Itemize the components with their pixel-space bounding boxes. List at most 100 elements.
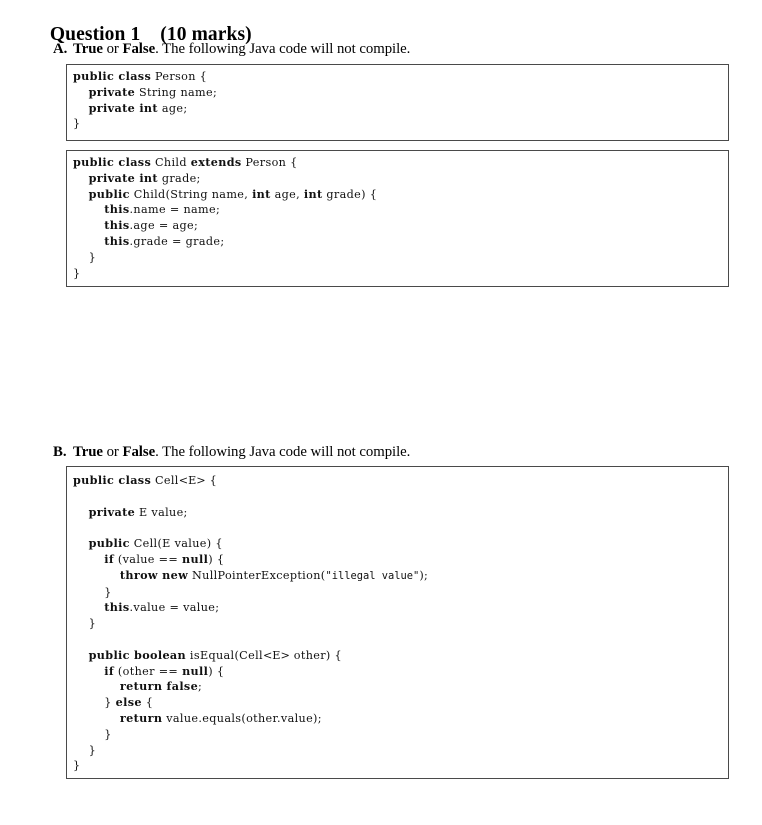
code-keyword: public class [73, 473, 152, 487]
code-keyword: this [104, 202, 130, 217]
code-text: other) { [289, 648, 343, 662]
code-keyword: public [88, 186, 130, 201]
code-keyword: if [104, 663, 115, 678]
code-listing-cell: public class Cell<E> { private E value; … [67, 467, 728, 778]
code-text: age, [270, 187, 304, 201]
code-keyword: private int [88, 100, 158, 115]
code-keyword: return [119, 710, 163, 725]
code-text: } [73, 743, 97, 757]
code-keyword: extends [190, 155, 242, 169]
part-a-true-label: True [73, 41, 103, 57]
code-text: Cell [151, 474, 179, 487]
code-text: grade; [157, 171, 201, 185]
code-text: Person { [241, 156, 298, 169]
part-b-statement: . The following Java code will not compi… [155, 444, 411, 460]
part-b-true-label: True [73, 444, 103, 460]
code-text: isEqual(Cell [186, 648, 263, 662]
code-keyword: public class [73, 69, 152, 83]
code-text: { [205, 474, 218, 487]
code-line: if (other == null) { [73, 664, 728, 680]
code-text: } [73, 696, 116, 710]
code-text: } [73, 266, 81, 280]
code-keyword: this [104, 233, 130, 248]
code-text: ; [198, 680, 203, 694]
code-line: public Cell(E value) { [73, 536, 728, 552]
code-line: return false; [73, 679, 728, 695]
code-generic-param: <E> [262, 648, 290, 662]
code-line: } [73, 585, 728, 601]
code-text: E value; [135, 505, 188, 519]
code-text: Child [151, 156, 191, 169]
code-text: } [73, 250, 97, 264]
code-line: } [73, 743, 728, 759]
code-line: } [73, 250, 728, 266]
code-block-child: public class Child extends Person { priv… [66, 150, 729, 287]
code-text: value.equals(other.value); [162, 711, 322, 725]
code-text: .grade = grade; [129, 234, 225, 248]
code-string-literal: "illegal value" [325, 569, 420, 582]
code-line: if (value == null) { [73, 552, 728, 568]
code-keyword: private [88, 84, 136, 99]
code-line: this.grade = grade; [73, 234, 728, 250]
code-keyword: public class [73, 155, 152, 169]
code-line: public boolean isEqual(Cell<E> other) { [73, 648, 728, 664]
code-text: .age = age; [129, 219, 199, 233]
code-line: public class Child extends Person { [73, 155, 728, 171]
part-b-false-label: False [122, 444, 156, 460]
code-line: return value.equals(other.value); [73, 711, 728, 727]
code-text: ) { [208, 664, 225, 678]
code-text: grade) { [322, 187, 378, 201]
page-title: Question 1 (10 marks) [30, 2, 252, 68]
code-text: (other == [114, 664, 183, 678]
code-text: } [73, 759, 81, 773]
code-keyword: int [252, 186, 271, 201]
code-keyword: private [88, 504, 136, 519]
part-a-letter: A. [53, 41, 68, 57]
part-a-false-label: False [122, 41, 156, 57]
code-text: } [73, 585, 112, 599]
exam-page: Question 1 (10 marks) A. True or False. Th… [0, 0, 762, 825]
code-keyword: null [182, 663, 209, 678]
code-text: age; [157, 101, 188, 115]
code-line: public class Person { [73, 69, 728, 85]
code-listing-child: public class Child extends Person { priv… [67, 151, 728, 285]
code-line: this.name = name; [73, 202, 728, 218]
code-keyword: else [115, 695, 142, 710]
code-line: public Child(String name, int age, int g… [73, 187, 728, 203]
code-text: ) { [208, 552, 225, 566]
code-text: } [73, 727, 112, 741]
code-text: Child(String name, [129, 187, 253, 201]
code-keyword: if [104, 551, 115, 566]
code-text: String name; [135, 85, 218, 99]
code-keyword: throw new [119, 567, 189, 582]
code-text: } [73, 617, 97, 631]
code-text: .name = name; [129, 203, 221, 217]
code-line: this.value = value; [73, 600, 728, 616]
code-keyword: this [104, 218, 130, 233]
code-line: } [73, 727, 728, 743]
part-a-conjunction: or [102, 41, 123, 57]
part-b-letter: B. [53, 444, 67, 460]
code-keyword: this [104, 600, 130, 615]
code-line: this.age = age; [73, 218, 728, 234]
code-line: private int age; [73, 101, 728, 117]
code-generic-param: <E> [178, 474, 206, 487]
code-line: private String name; [73, 85, 728, 101]
code-keyword: private int [88, 170, 158, 185]
